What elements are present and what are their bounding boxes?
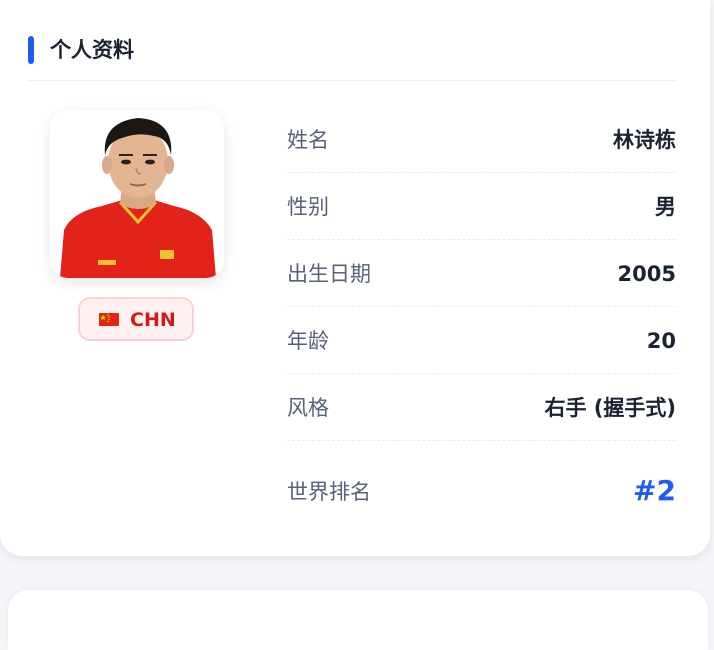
section-title: 个人资料 [50,38,134,62]
info-label: 出生日期 [287,262,371,286]
world-ranking-value: #2 [633,474,676,507]
profile-info-list: 姓名 林诗栋 性别 男 出生日期 2005 年龄 20 风格 右手 (握手式) … [287,106,676,529]
info-value: 林诗栋 [613,128,676,152]
info-row-style: 风格 右手 (握手式) [287,374,676,441]
info-value: 右手 (握手式) [544,396,676,420]
info-row-birth-date: 出生日期 2005 [287,240,676,307]
info-label: 风格 [287,396,329,420]
country-code: CHN [130,309,176,331]
card-header: 个人资料 [28,30,676,81]
info-value: 男 [655,195,676,219]
info-label: 年龄 [287,329,329,353]
info-label: 世界排名 [287,480,371,504]
info-value: 20 [646,329,676,353]
next-card [8,590,708,650]
player-photo [50,110,224,278]
info-row-world-ranking: 世界排名 #2 [287,441,676,529]
section-accent-bar [28,36,34,64]
info-value: 2005 [617,262,676,286]
info-row-gender: 性别 男 [287,173,676,240]
player-portrait-icon [50,110,224,278]
country-badge: CHN [78,297,194,341]
china-flag-icon [99,313,119,326]
info-row-age: 年龄 20 [287,307,676,374]
info-row-name: 姓名 林诗栋 [287,106,676,173]
info-label: 性别 [287,195,329,219]
profile-card: 个人资料 CHN 姓名 林诗栋 性别 男 出生日期 2005 年龄 20 风格 … [0,0,710,556]
info-label: 姓名 [287,128,329,152]
